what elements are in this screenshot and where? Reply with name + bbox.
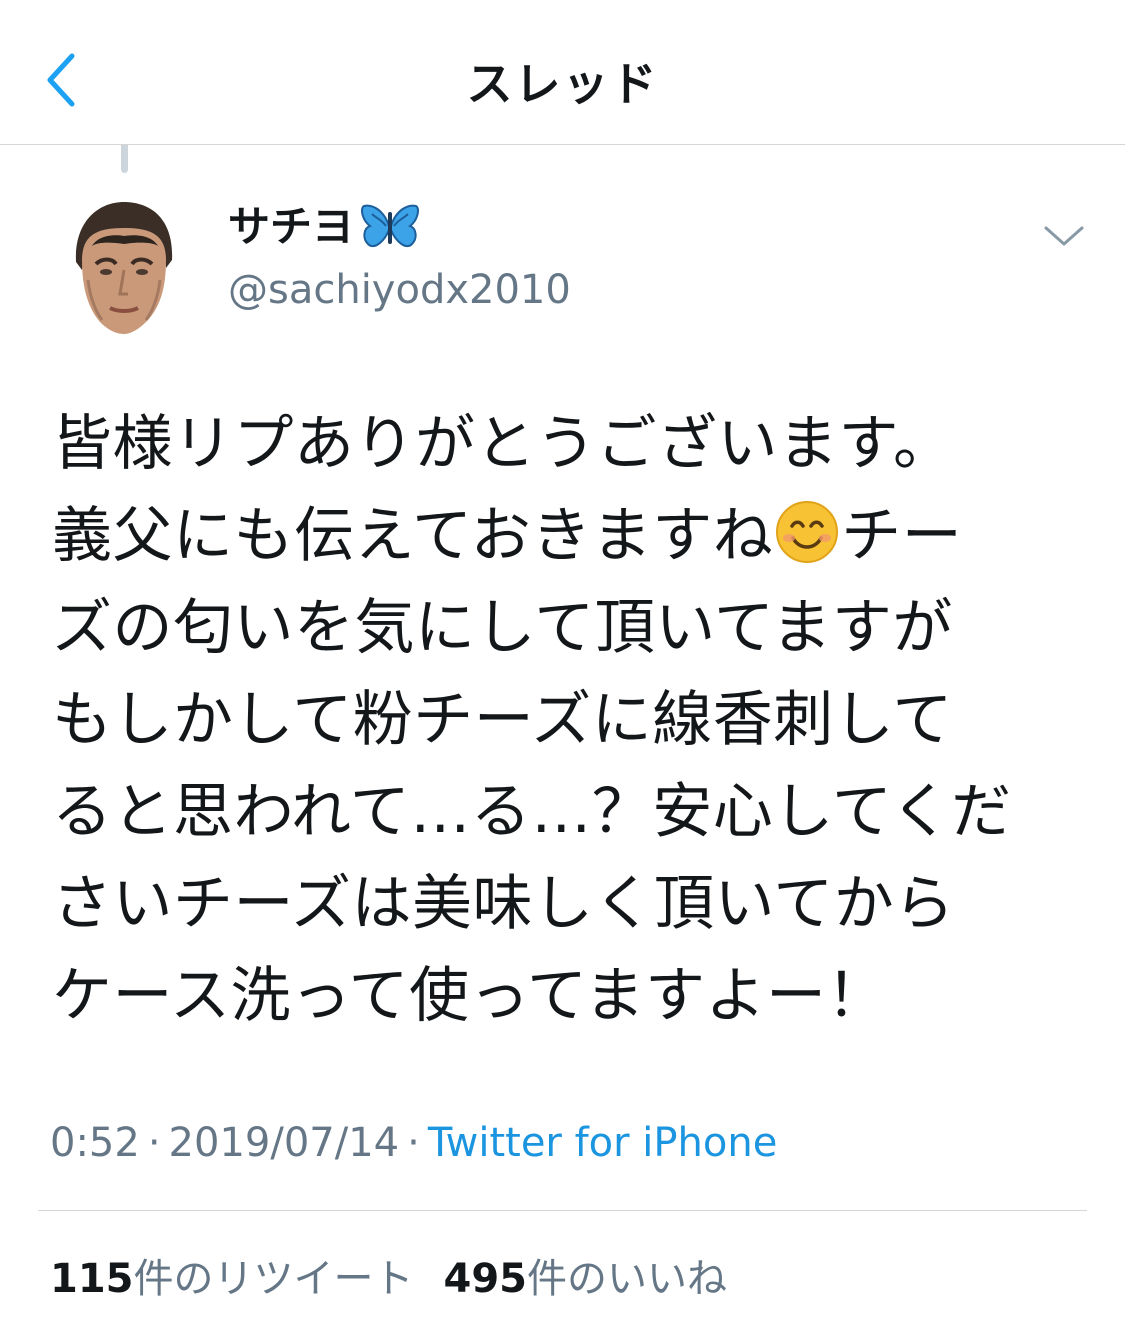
like-count: 495: [443, 1256, 528, 1302]
tweet-text-line: ケース洗って使ってますよー！: [52, 961, 887, 1031]
display-name-text: サチヨ: [228, 202, 355, 251]
butterfly-emoji: [361, 204, 419, 248]
tweet-text-line: もしかして粉チーズに線香刺して: [52, 685, 953, 755]
page-title: スレッド: [466, 57, 659, 111]
tweet-text-line: ズの匂いを気にして頂いてますが: [52, 593, 953, 663]
divider: [38, 1210, 1087, 1211]
tweet-text-segment: チー: [841, 501, 963, 571]
tweet-author[interactable]: サチヨ @sachiyodx2010: [228, 200, 571, 320]
retweet-count: 115: [50, 1256, 134, 1302]
avatar[interactable]: [68, 198, 180, 334]
tweet-text-line: 皆様リプありがとうございます。: [52, 409, 954, 479]
tweet-text-line: ると思われて…る…？安心してくだ: [52, 777, 1012, 847]
display-name: サチヨ: [228, 200, 571, 254]
tweet-menu-button[interactable]: [1040, 218, 1088, 254]
tweet-date: 2019/07/14: [168, 1120, 400, 1166]
tweet-stats: 115件のリツイート 495件のいいね: [50, 1252, 727, 1306]
tweet-text-line: 義父にも伝えておきますね チー: [52, 490, 1092, 582]
like-count-link[interactable]: 495件のいいね: [444, 1252, 728, 1306]
thread-connector-line: [121, 145, 128, 173]
tweet-source-link[interactable]: Twitter for iPhone: [428, 1120, 778, 1166]
smiling-face-emoji: [776, 501, 839, 563]
tweet-text: 皆様リプありがとうございます。 義父にも伝えておきますね チー ズの匂いを気にし…: [52, 398, 1092, 1042]
tweet-metadata: 0:52 · 2019/07/14 · Twitter for iPhone: [50, 1116, 777, 1170]
tweet-text-line: さいチーズは美味しく頂いてから: [52, 869, 955, 939]
like-label: 件のいいね: [527, 1256, 727, 1302]
meta-separator: ·: [147, 1120, 161, 1166]
retweet-label: 件のリツイート: [133, 1256, 414, 1302]
tweet-text-segment: 義父にも伝えておきますね: [52, 501, 774, 571]
retweet-count-link[interactable]: 115件のリツイート: [50, 1252, 414, 1306]
meta-separator: ·: [407, 1120, 420, 1166]
tweet-time: 0:52: [50, 1120, 140, 1166]
navigation-bar: スレッド: [0, 0, 1125, 145]
user-handle: @sachiyodx2010: [228, 267, 571, 313]
chevron-down-icon: [1044, 226, 1084, 246]
